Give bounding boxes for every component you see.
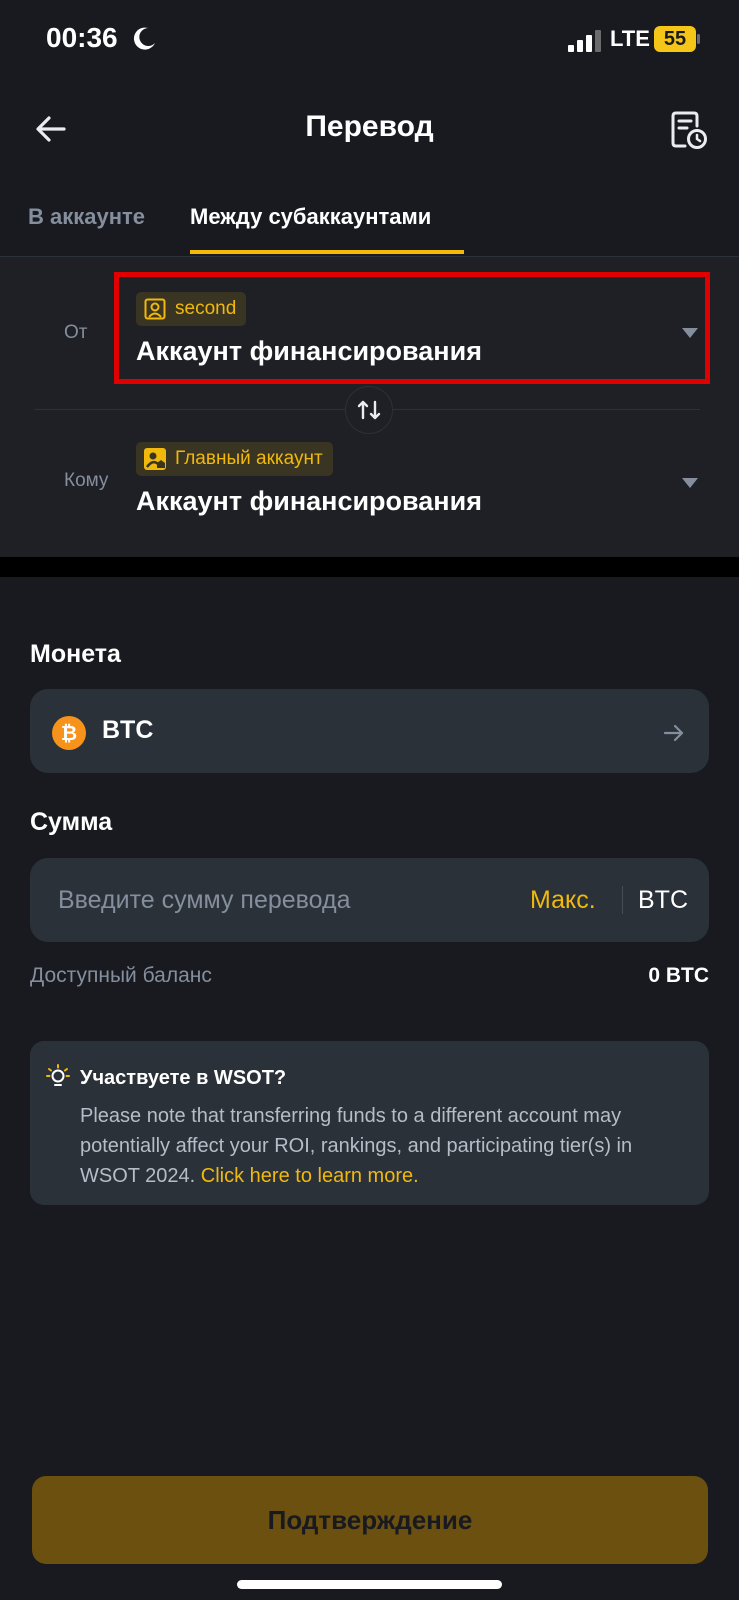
tab-in-account[interactable]: В аккаунте [28, 204, 145, 230]
lightbulb-icon [46, 1064, 70, 1086]
available-balance-label: Доступный баланс [30, 964, 212, 987]
unit-separator [622, 886, 623, 914]
to-subaccount-tag: Главный аккаунт [136, 442, 333, 476]
coin-label: Монета [30, 640, 121, 668]
history-document-icon[interactable] [670, 110, 708, 150]
section-separator [0, 557, 739, 577]
amount-label: Сумма [30, 808, 113, 836]
network-type: LTE [610, 26, 650, 51]
active-tab-indicator [190, 250, 464, 254]
confirm-button[interactable]: Подтверждение [32, 1476, 708, 1564]
from-label: От [64, 322, 88, 343]
status-time: 00:36 [46, 22, 118, 53]
notice-body: Please note that transferring funds to a… [80, 1101, 690, 1191]
home-indicator [237, 1580, 502, 1589]
signal-bars-icon [568, 30, 601, 52]
to-dropdown-icon[interactable] [682, 478, 698, 488]
battery-level: 55 [663, 28, 687, 50]
learn-more-link[interactable]: Click here to learn more. [201, 1165, 419, 1187]
to-account-name: Аккаунт финансирования [136, 486, 482, 516]
amount-input[interactable] [58, 872, 498, 928]
arrow-right-icon [663, 724, 684, 742]
swap-arrows-icon [357, 400, 381, 420]
notice-title: Участвуете в WSOT? [80, 1067, 287, 1089]
svg-text:₿: ₿ [61, 723, 77, 745]
coin-symbol: BTC [102, 716, 154, 744]
bitcoin-icon: ₿ [52, 716, 86, 750]
available-balance-value: 0 BTC [648, 964, 709, 987]
swap-button[interactable] [345, 386, 393, 434]
page-title: Перевод [305, 110, 434, 143]
to-subaccount-name: Главный аккаунт [175, 448, 323, 469]
to-label: Кому [64, 470, 109, 491]
tab-between-subaccounts[interactable]: Между субаккаунтами [190, 204, 431, 230]
moon-icon [133, 27, 155, 50]
max-button[interactable]: Макс. [530, 886, 596, 915]
main-account-icon [144, 448, 166, 470]
amount-unit: BTC [638, 886, 688, 914]
from-account-selector[interactable] [114, 272, 710, 384]
